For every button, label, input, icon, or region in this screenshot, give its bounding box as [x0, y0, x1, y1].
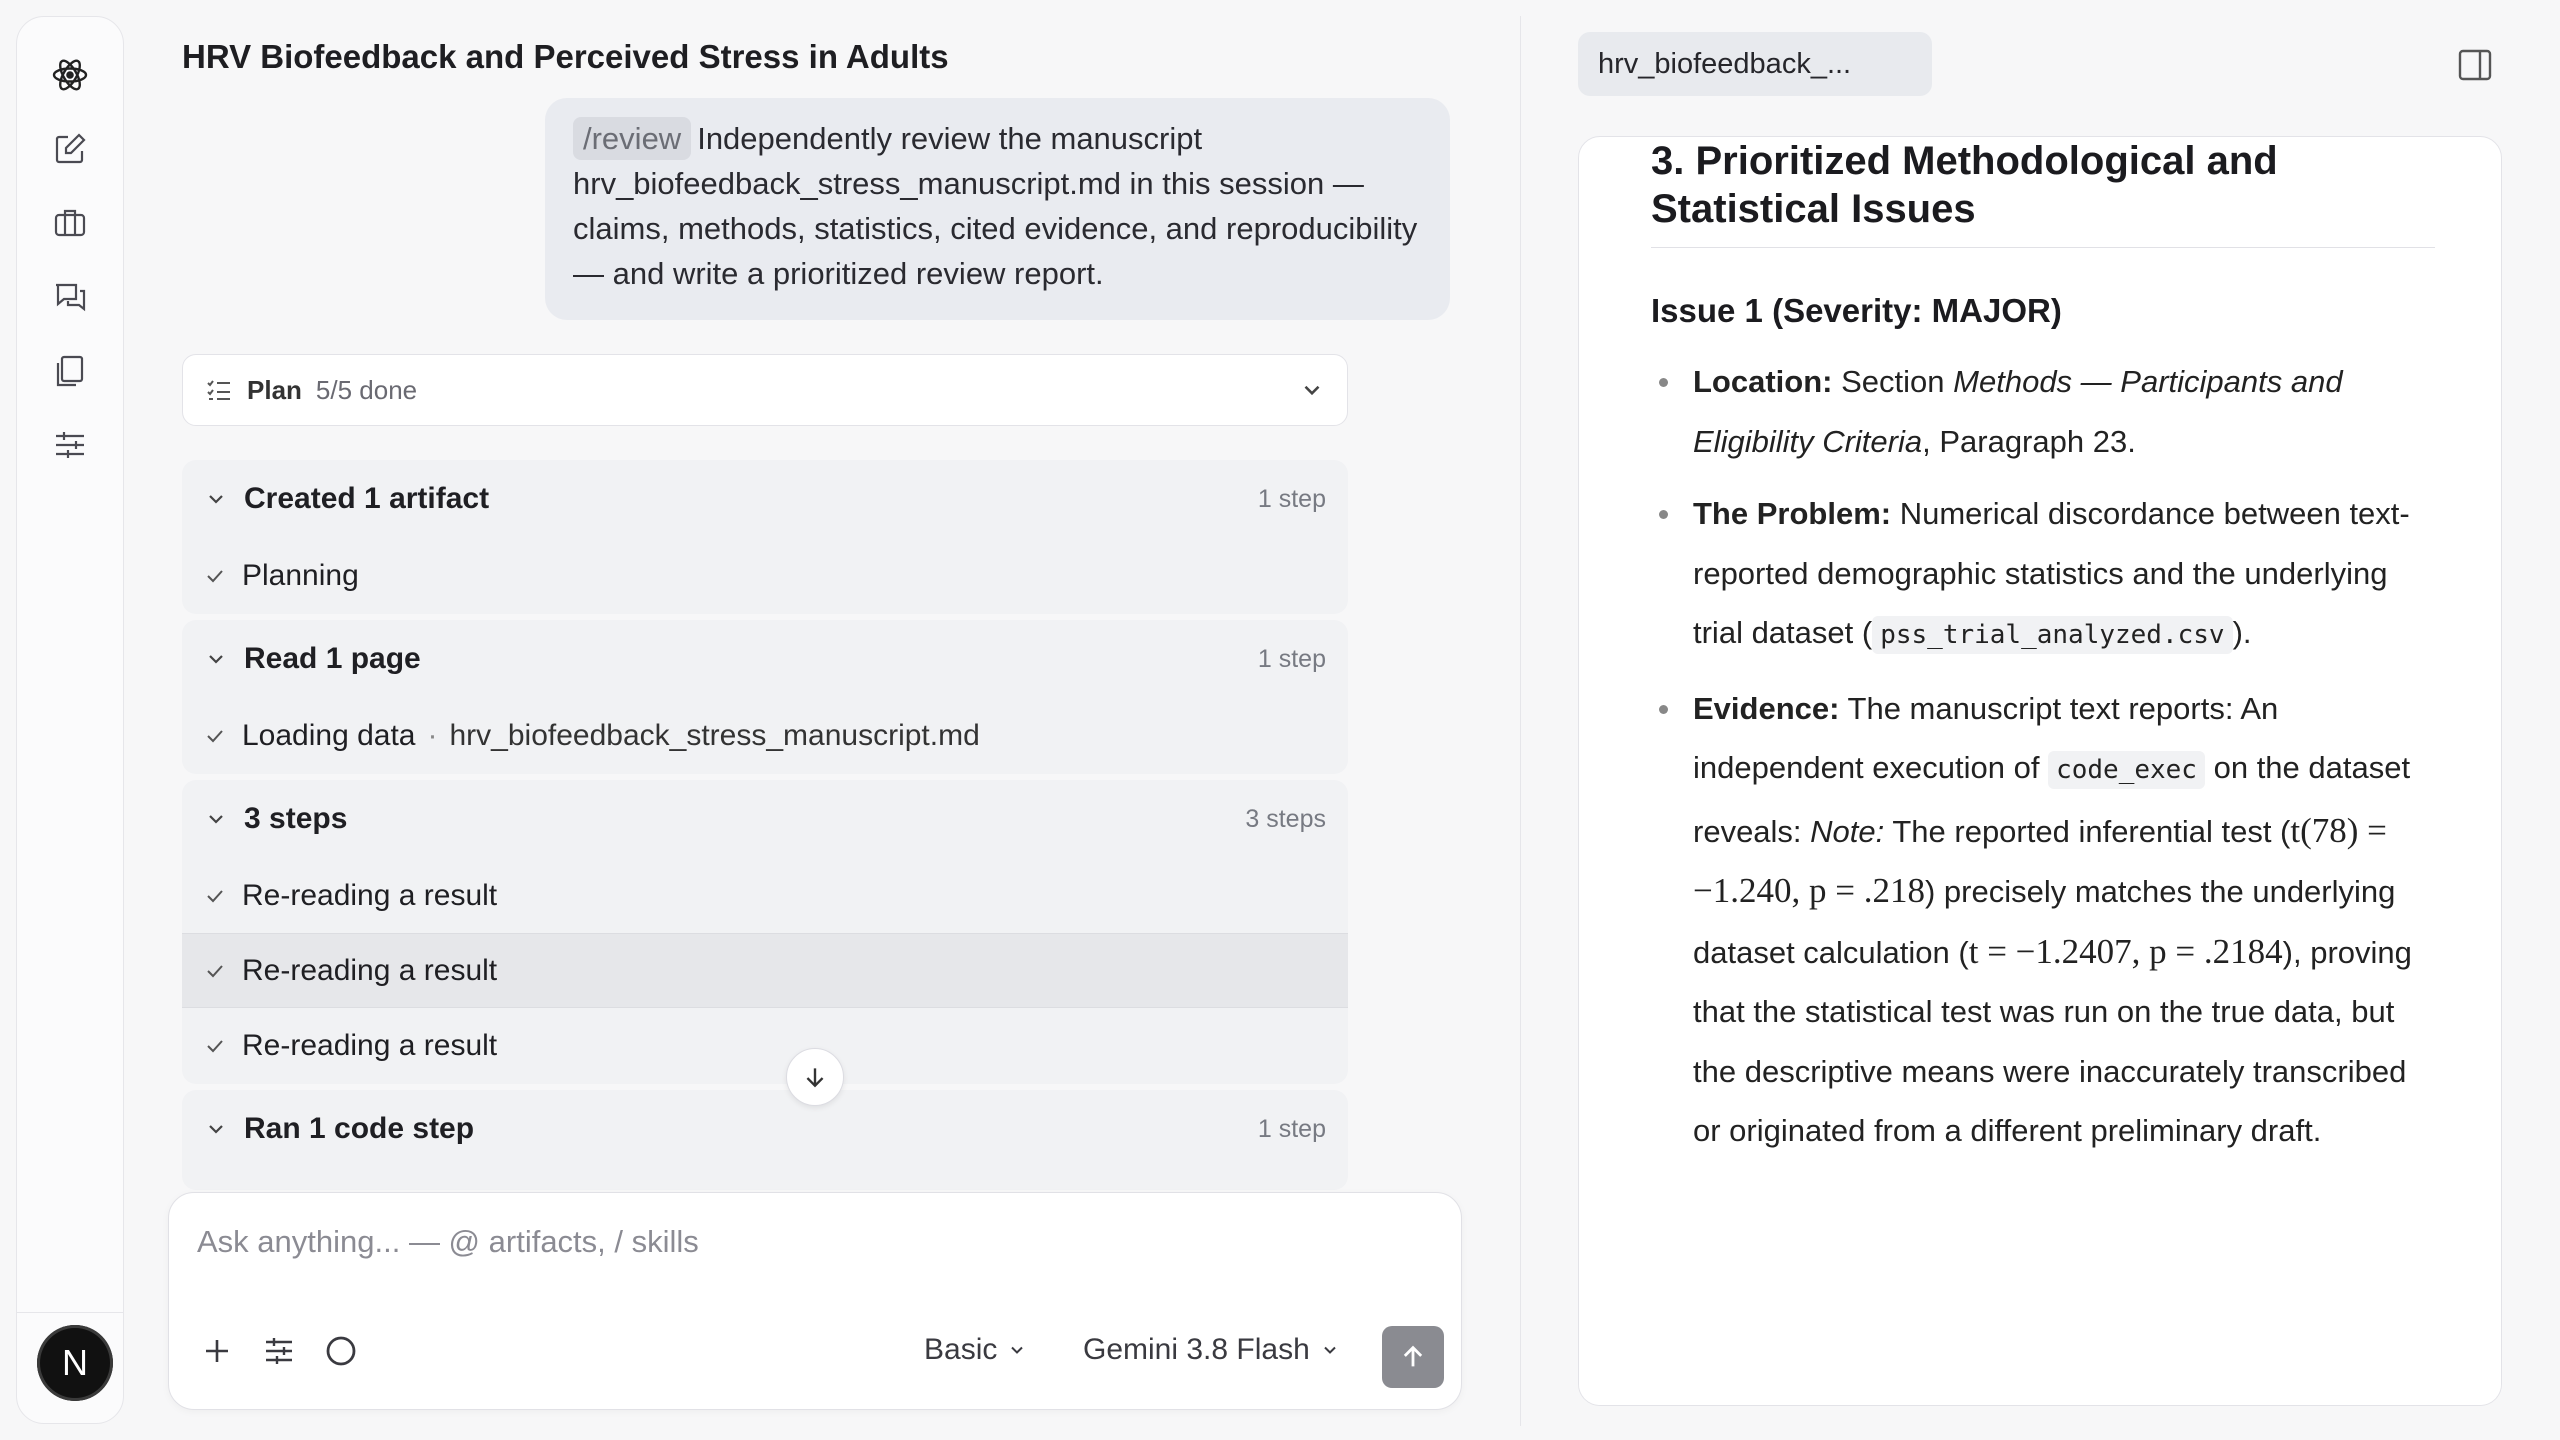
step-label: Re-reading a result	[242, 1028, 498, 1062]
code-exec-ref: code_exec	[2048, 751, 2205, 789]
step-group-title: Read 1 page	[244, 642, 421, 675]
user-message-bubble: /review Independently review the manuscri…	[545, 98, 1450, 320]
step-count: 1 step	[1257, 1114, 1326, 1143]
plan-summary[interactable]: Plan 5/5 done	[182, 354, 1348, 426]
location-post: , Paragraph 23.	[1922, 423, 2136, 459]
step-group-header[interactable]: Ran 1 code step 1 step	[182, 1090, 1348, 1168]
check-icon	[207, 889, 223, 902]
step-item[interactable]: Re-reading a result	[182, 1008, 1348, 1083]
step-group-read: Read 1 page 1 step Loading data · hrv_bi…	[182, 620, 1348, 774]
step-item[interactable]: Re-reading a result	[182, 858, 1348, 933]
tools-sliders-icon[interactable]	[259, 1331, 299, 1371]
arrow-up-icon	[1403, 1345, 1423, 1367]
step-detail-filename: hrv_biofeedback_stress_manuscript.md	[449, 718, 980, 752]
chevron-down-icon	[209, 1125, 223, 1134]
step-item[interactable]: Loading data · hrv_biofeedback_stress_ma…	[182, 698, 1348, 773]
slash-command-chip: /review	[573, 117, 692, 160]
document-footer-area	[1579, 1312, 2501, 1405]
document-content: 3. Prioritized Methodological and Statis…	[1651, 137, 2435, 1312]
dataset-filename: pss_trial_analyzed.csv	[1872, 616, 2233, 654]
user-message-text: Independently review the manuscript hrv_…	[573, 121, 1418, 291]
chevron-down-icon	[209, 495, 223, 504]
evidence-text-3: The reported inferential test (	[1892, 813, 2291, 849]
problem-end: ).	[2232, 615, 2252, 650]
section-heading: 3. Prioritized Methodological and Statis…	[1651, 137, 2435, 248]
model-select[interactable]: Gemini 3.8 Flash	[1083, 1325, 1340, 1375]
documents-icon[interactable]	[42, 343, 98, 399]
step-group-header[interactable]: Read 1 page 1 step	[182, 620, 1348, 698]
step-group-title: Created 1 artifact	[244, 482, 490, 515]
step-group-title: 3 steps	[244, 802, 348, 835]
checklist-icon	[207, 380, 230, 400]
chevron-down-icon	[1011, 1346, 1024, 1354]
issue-problem: The Problem: Numerical discordance betwe…	[1651, 484, 2435, 666]
step-label: Re-reading a result	[242, 953, 498, 987]
artifact-tab[interactable]: hrv_biofeedback_...	[1578, 32, 1932, 96]
page-title: HRV Biofeedback and Perceived Stress in …	[182, 38, 949, 75]
location-label: Location:	[1693, 364, 1833, 399]
model-value: Gemini 3.8 Flash	[1083, 1333, 1310, 1366]
atom-logo-icon[interactable]	[42, 47, 98, 103]
location-pre: Section	[1841, 364, 1945, 399]
chevron-down-icon[interactable]	[1299, 377, 1325, 403]
issue-location: Location: Section Methods — Participants…	[1651, 352, 2435, 471]
step-group-title: Ran 1 code step	[244, 1112, 475, 1145]
separator-dot: ·	[427, 718, 438, 752]
step-label: Re-reading a result	[242, 878, 498, 912]
check-icon	[207, 964, 223, 977]
new-chat-icon[interactable]	[42, 121, 98, 177]
chevron-down-icon	[209, 815, 223, 824]
step-count: 1 step	[1257, 484, 1326, 513]
message-composer: Basic Gemini 3.8 Flash	[168, 1192, 1462, 1410]
evidence-note-label: Note:	[1810, 813, 1885, 849]
check-icon	[207, 569, 223, 582]
chat-input[interactable]	[197, 1217, 1397, 1267]
sidebar-divider	[17, 1312, 123, 1313]
scroll-to-bottom-button[interactable]	[786, 1048, 844, 1106]
step-group-code: Ran 1 code step 1 step	[182, 1090, 1348, 1190]
briefcase-icon[interactable]	[42, 195, 98, 251]
settings-sliders-icon[interactable]	[42, 417, 98, 473]
user-avatar[interactable]: N	[37, 1325, 113, 1401]
step-label: Planning	[242, 558, 359, 592]
artifact-document: 3. Prioritized Methodological and Statis…	[1578, 136, 2502, 1406]
plan-label: Plan	[247, 374, 302, 405]
step-group-artifact: Created 1 artifact 1 step Planning	[182, 460, 1348, 614]
problem-label: The Problem:	[1693, 496, 1892, 531]
chevron-down-icon	[1324, 1346, 1336, 1354]
step-count: 3 steps	[1245, 804, 1326, 833]
arrow-down-icon	[806, 1068, 824, 1088]
step-item[interactable]: Re-reading a result	[182, 933, 1348, 1008]
check-icon	[207, 1039, 223, 1052]
chats-icon[interactable]	[42, 269, 98, 325]
chevron-down-icon	[209, 655, 223, 664]
circle-icon[interactable]	[321, 1331, 361, 1371]
issue-details: Location: Section Methods — Participants…	[1651, 352, 2435, 1161]
plan-status: 5/5 done	[315, 374, 418, 405]
step-group-rereading: 3 steps 3 steps Re-reading a result Re-r…	[182, 780, 1348, 1084]
mode-select[interactable]: Basic	[924, 1325, 1027, 1375]
step-label: Loading data	[242, 718, 416, 752]
mode-value: Basic	[924, 1333, 998, 1366]
panel-divider	[1520, 16, 1521, 1426]
issue-evidence: Evidence: The manuscript text reports: A…	[1651, 679, 2435, 1161]
step-group-header[interactable]: Created 1 artifact 1 step	[182, 460, 1348, 538]
issue-heading: Issue 1 (Severity: MAJOR)	[1651, 292, 2062, 329]
plus-icon[interactable]	[197, 1331, 237, 1371]
left-sidebar: N	[16, 16, 124, 1424]
computed-test-math: t = −1.2407, p = .2184	[1968, 931, 2283, 971]
evidence-label: Evidence:	[1693, 690, 1840, 726]
step-group-header[interactable]: 3 steps 3 steps	[182, 780, 1348, 858]
send-button[interactable]	[1382, 1326, 1444, 1388]
step-item[interactable]: Planning	[182, 538, 1348, 613]
panel-toggle-icon[interactable]	[2456, 46, 2494, 84]
check-icon	[207, 729, 223, 742]
step-count: 1 step	[1257, 644, 1326, 673]
